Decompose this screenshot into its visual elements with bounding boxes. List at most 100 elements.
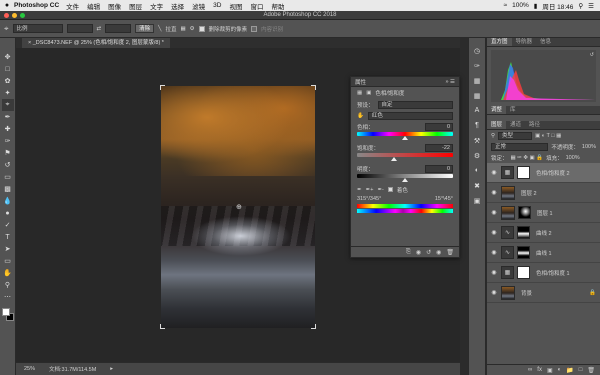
menu-type[interactable]: 文字 xyxy=(150,1,163,11)
hand-target-icon[interactable]: ✋ xyxy=(357,113,364,119)
layer-name[interactable]: 曲线 1 xyxy=(536,249,552,257)
channels-panel-icon[interactable]: ▦ xyxy=(470,74,484,87)
move-tool-icon[interactable]: ✥ xyxy=(2,51,14,63)
history-icon[interactable]: ◷ xyxy=(470,44,484,57)
layer-row[interactable]: ◉ ▦ 色相/饱和度 1 xyxy=(487,263,600,283)
content-aware-checkbox[interactable] xyxy=(251,25,258,32)
layer-row[interactable]: ◉ ▦ 色相/饱和度 2 xyxy=(487,163,600,183)
status-arrow-icon[interactable]: ▸ xyxy=(110,366,113,372)
document-tab[interactable]: × _DSC8473.NEF @ 25% (色相/饱和度 2, 图层蒙版/8) … xyxy=(22,38,170,48)
tab-adjustments[interactable]: 调整 xyxy=(487,106,507,114)
crop-handle-bottom-left[interactable] xyxy=(160,324,165,329)
menu-help[interactable]: 帮助 xyxy=(271,1,284,11)
menu-file[interactable]: 文件 xyxy=(66,1,79,11)
link-layers-icon[interactable]: ∞ xyxy=(528,367,532,373)
layer-row[interactable]: ◉ ∿ 曲线 1 xyxy=(487,243,600,263)
layer-visibility-eye-icon[interactable]: ◉ xyxy=(490,189,498,196)
panel-menu-icon[interactable]: » ☰ xyxy=(445,79,455,85)
menu-edit[interactable]: 编辑 xyxy=(87,1,100,11)
eyedropper-icon[interactable]: ✒ xyxy=(357,187,362,193)
close-window-button[interactable] xyxy=(4,13,9,18)
tab-paths[interactable]: 路径 xyxy=(525,121,544,129)
layer-name[interactable]: 图层 1 xyxy=(537,209,553,217)
visibility-eye-icon[interactable]: ◉ xyxy=(436,249,441,256)
crop-panel-icon[interactable]: ✖ xyxy=(470,179,484,192)
clone-stamp-tool-icon[interactable]: ⚑ xyxy=(2,147,14,159)
search-icon[interactable]: ⚲ xyxy=(578,2,583,10)
clip-to-layer-icon[interactable]: ⎘ xyxy=(406,249,411,256)
eraser-tool-icon[interactable]: ▭ xyxy=(2,171,14,183)
saturation-value-field[interactable]: -22 xyxy=(425,143,453,152)
layer-thumbnail[interactable] xyxy=(501,185,515,200)
hue-slider[interactable] xyxy=(357,132,453,140)
saturation-slider[interactable] xyxy=(357,153,453,161)
hue-range-bar-top[interactable] xyxy=(357,204,453,208)
tab-navigator[interactable]: 导航器 xyxy=(512,38,537,46)
hand-tool-icon[interactable]: ✋ xyxy=(2,267,14,279)
view-previous-state-icon[interactable]: ◉ xyxy=(416,249,421,256)
preset-select[interactable]: 自定 xyxy=(377,100,453,109)
tool-presets-icon[interactable]: ⚒ xyxy=(470,134,484,147)
menu-select[interactable]: 选择 xyxy=(171,1,184,11)
lock-icon[interactable]: 🔒 xyxy=(589,290,596,296)
layer-style-icon[interactable]: fx xyxy=(537,367,542,373)
lock-icons[interactable]: ▦ ✑ ✥ ▣ 🔒 xyxy=(511,155,544,161)
blur-tool-icon[interactable]: 💧 xyxy=(2,195,14,207)
adjustment-type-icon[interactable]: ▦ xyxy=(357,90,362,96)
delete-layer-icon[interactable]: 🗑 xyxy=(587,367,595,374)
colorize-checkbox[interactable] xyxy=(387,187,393,192)
opacity-value[interactable]: 100% xyxy=(582,144,596,150)
crop-tool-preset-icon[interactable]: ⌖ xyxy=(4,24,9,34)
shape-tool-icon[interactable]: ▭ xyxy=(2,255,14,267)
layer-mask-thumbnail[interactable] xyxy=(517,166,530,179)
layer-row[interactable]: ◉ 图层 1 xyxy=(487,203,600,223)
layer-comps-icon[interactable]: ▣ xyxy=(470,194,484,207)
layer-mask-thumbnail[interactable] xyxy=(517,226,530,239)
crop-tool-icon[interactable]: ⌖ xyxy=(1,99,14,111)
layer-thumbnail[interactable] xyxy=(501,285,515,300)
layer-thumbnail[interactable] xyxy=(501,205,515,220)
filter-icons[interactable]: ▣ ◐ T □ ▦ xyxy=(535,133,561,139)
swap-ratio-icon[interactable]: ⇄ xyxy=(97,26,102,32)
layer-visibility-eye-icon[interactable]: ◉ xyxy=(490,269,498,276)
new-adjustment-icon[interactable]: ◐ xyxy=(558,367,562,373)
straighten-icon[interactable]: ╲ xyxy=(158,26,161,32)
crop-handle-top-right[interactable] xyxy=(311,85,316,90)
layer-mask-thumbnail[interactable] xyxy=(517,266,530,279)
layer-mask-thumbnail[interactable] xyxy=(518,206,531,219)
mask-mode-icon[interactable]: ▣ xyxy=(366,90,371,96)
history-brush-tool-icon[interactable]: ↺ xyxy=(2,159,14,171)
layer-name[interactable]: 图层 2 xyxy=(521,189,537,197)
marquee-tool-icon[interactable]: □ xyxy=(2,63,14,75)
ratio-select[interactable]: 比例 xyxy=(12,24,63,33)
minimize-window-button[interactable] xyxy=(12,13,17,18)
layer-visibility-eye-icon[interactable]: ◉ xyxy=(490,209,498,216)
lightness-value-field[interactable]: 0 xyxy=(425,164,453,173)
menu-3d[interactable]: 3D xyxy=(213,2,221,9)
reset-icon[interactable]: ↺ xyxy=(426,249,431,256)
zoom-level[interactable]: 25% xyxy=(24,366,35,372)
layer-name[interactable]: 色相/饱和度 2 xyxy=(536,169,570,177)
hue-range-bar-bottom[interactable] xyxy=(357,209,453,213)
layer-visibility-eye-icon[interactable]: ◉ xyxy=(490,229,498,236)
tab-info[interactable]: 信息 xyxy=(536,38,555,46)
battery-icon[interactable]: ▮ xyxy=(534,2,538,10)
hue-slider-thumb[interactable] xyxy=(402,136,408,140)
delete-icon[interactable]: 🗑 xyxy=(446,249,454,256)
healing-brush-tool-icon[interactable]: ✚ xyxy=(2,123,14,135)
paragraph-panel-icon[interactable]: ¶ xyxy=(470,119,484,132)
layer-kind-select[interactable]: 类型 xyxy=(498,131,533,140)
tab-channels[interactable]: 通道 xyxy=(506,121,525,129)
zoom-window-button[interactable] xyxy=(20,13,25,18)
properties-panel-icon[interactable]: ⚙ xyxy=(470,149,484,162)
menu-list-icon[interactable]: ☰ xyxy=(588,2,594,10)
eyedropper-subtract-icon[interactable]: ✒- xyxy=(377,187,383,193)
adjustments-panel-icon[interactable]: ◐ xyxy=(470,164,484,177)
new-group-icon[interactable]: 📁 xyxy=(566,367,573,374)
ratio-width-field[interactable] xyxy=(66,24,93,33)
settings-gear-icon[interactable]: ⚙ xyxy=(190,26,195,32)
channel-select[interactable]: 红色 xyxy=(367,111,453,120)
eyedropper-add-icon[interactable]: ✒+ xyxy=(366,187,374,193)
layer-name[interactable]: 曲线 2 xyxy=(536,229,552,237)
apple-icon[interactable]: ● xyxy=(0,2,14,9)
